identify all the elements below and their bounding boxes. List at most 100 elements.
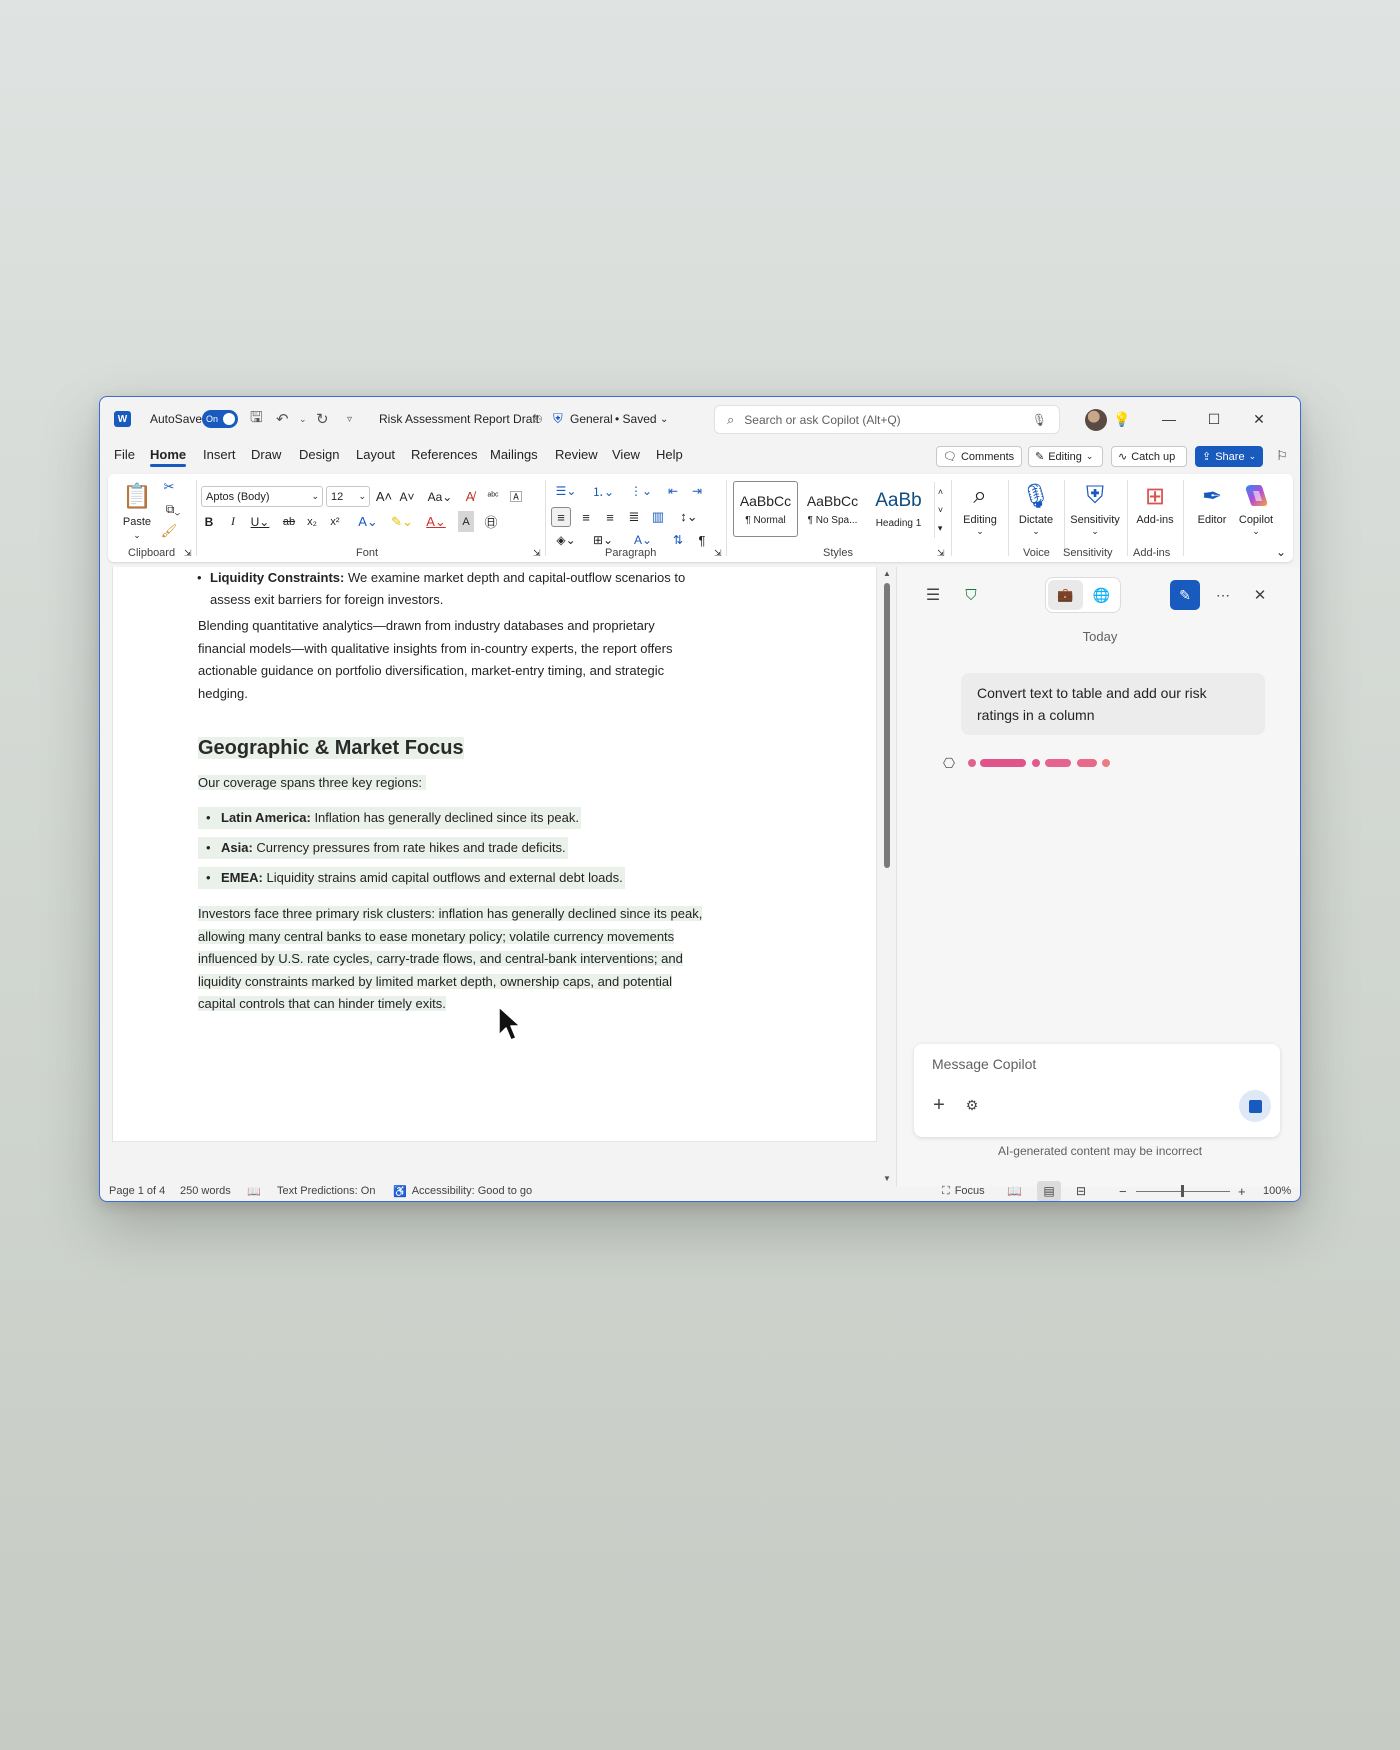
styles-launcher-icon[interactable]: ⇲ xyxy=(937,548,945,559)
format-painter-icon[interactable]: 🖌 xyxy=(160,522,178,540)
styles-gallery-scroll[interactable]: ˄ ˅ ▾ xyxy=(934,482,946,538)
page-indicator[interactable]: Page 1 of 4 xyxy=(109,1179,165,1201)
enclose-characters-icon[interactable]: ㊐ xyxy=(482,511,500,532)
align-left-icon[interactable]: ≡ xyxy=(551,507,571,527)
more-options-icon[interactable]: ⋯ xyxy=(1209,581,1237,609)
increase-indent-icon[interactable]: ⇥ xyxy=(688,482,706,500)
message-input[interactable]: Message Copilot + ⚙ xyxy=(914,1044,1280,1137)
bold-icon[interactable]: B xyxy=(201,511,217,532)
align-right-icon[interactable]: ≡ xyxy=(600,507,620,527)
save-icon[interactable]: 🖫 xyxy=(250,397,263,441)
zoom-level[interactable]: 100% xyxy=(1263,1179,1291,1201)
text-effects-abc-icon[interactable]: ᵃᵇᶜ xyxy=(484,486,502,507)
catch-up-button[interactable]: ∿ Catch up xyxy=(1111,446,1187,467)
undo-dropdown-icon[interactable]: ⌄ xyxy=(299,397,307,441)
justify-icon[interactable]: ≣ xyxy=(624,507,644,527)
subscript-icon[interactable]: x₂ xyxy=(304,511,320,532)
proofing-icon[interactable]: 📖 xyxy=(247,1179,261,1201)
briefcase-icon[interactable]: 💼 xyxy=(1048,580,1083,610)
sensitivity-button[interactable]: ⛨ Sensitivity ⌄ xyxy=(1066,478,1124,542)
font-size-combo[interactable]: 12 ⌄ xyxy=(326,486,370,507)
paste-icon[interactable]: 📋 xyxy=(122,480,152,512)
close-pane-icon[interactable]: ✕ xyxy=(1246,581,1274,609)
tab-help[interactable]: Help xyxy=(656,441,683,469)
underline-icon[interactable]: U⌄ xyxy=(247,511,273,532)
grow-font-icon[interactable]: A˄ xyxy=(375,486,393,507)
dictate-button[interactable]: 🎙 Dictate ⌄ xyxy=(1010,478,1062,542)
accessibility-status[interactable]: ♿ Accessibility: Good to go xyxy=(393,1179,532,1201)
tab-design[interactable]: Design xyxy=(299,441,339,469)
superscript-icon[interactable]: x² xyxy=(327,511,343,532)
feedback-icon[interactable]: ⚐ xyxy=(1267,441,1297,471)
tab-mailings[interactable]: Mailings xyxy=(490,441,538,469)
document-page[interactable]: • Liquidity Constraints: We examine mark… xyxy=(112,567,877,1142)
zoom-slider-thumb[interactable] xyxy=(1181,1185,1184,1197)
highlight-color-icon[interactable]: ✎⌄ xyxy=(388,511,416,532)
font-launcher-icon[interactable]: ⇲ xyxy=(533,548,541,559)
paragraph-launcher-icon[interactable]: ⇲ xyxy=(714,548,722,559)
word-count[interactable]: 250 words xyxy=(180,1179,231,1201)
tab-layout[interactable]: Layout xyxy=(356,441,395,469)
sort-icon[interactable]: ⇅ xyxy=(669,530,687,550)
shared-people-icon[interactable]: ⚇ xyxy=(533,397,543,441)
zoom-in-icon[interactable]: + xyxy=(1238,1179,1246,1201)
editing-button[interactable]: ⌕ Editing ⌄ xyxy=(954,478,1006,542)
scroll-up-icon[interactable]: ▲ xyxy=(883,569,891,578)
italic-icon[interactable]: I xyxy=(225,511,241,532)
customize-toolbar-icon[interactable]: ▿ xyxy=(347,397,352,441)
text-predictions-status[interactable]: Text Predictions: On xyxy=(277,1179,375,1201)
close-window-icon[interactable]: ✕ xyxy=(1239,397,1279,441)
tab-home[interactable]: Home xyxy=(150,441,187,469)
lightbulb-icon[interactable]: 💡 xyxy=(1102,397,1142,441)
focus-mode-button[interactable]: ⛶ Focus xyxy=(942,1179,985,1201)
print-layout-icon[interactable]: ▤ xyxy=(1037,1181,1061,1201)
style-heading-1[interactable]: AaBb Heading 1 xyxy=(866,481,931,537)
line-spacing-icon[interactable]: ↕⌄ xyxy=(674,507,704,527)
editing-mode-button[interactable]: ✎ Editing ⌄ xyxy=(1028,446,1103,467)
copilot-ribbon-button[interactable]: Copilot ⌄ xyxy=(1230,478,1282,542)
globe-icon[interactable]: 🌐 xyxy=(1084,580,1119,610)
document-title[interactable]: Risk Assessment Report Draft xyxy=(379,397,539,441)
tab-review[interactable]: Review xyxy=(555,441,598,469)
numbering-icon[interactable]: ⒈⌄ xyxy=(588,482,618,500)
copy-icon[interactable]: ⧉⌄ xyxy=(160,500,186,518)
vertical-scrollbar[interactable]: ▲ ▼ xyxy=(881,569,893,1183)
search-input[interactable]: ⌕ Search or ask Copilot (Alt+Q) 🎙 xyxy=(714,405,1060,434)
comments-button[interactable]: 🗨 Comments xyxy=(936,446,1022,467)
new-chat-icon[interactable]: ✎ xyxy=(1170,580,1200,610)
minimize-icon[interactable]: — xyxy=(1149,397,1189,441)
cut-icon[interactable]: ✂ xyxy=(160,478,178,496)
character-shading-icon[interactable]: A xyxy=(458,511,474,532)
maximize-icon[interactable]: ☐ xyxy=(1194,397,1234,441)
tab-insert[interactable]: Insert xyxy=(203,441,236,469)
show-formatting-marks-icon[interactable]: ¶ xyxy=(693,530,711,550)
shrink-font-icon[interactable]: A˅ xyxy=(398,486,416,507)
undo-icon[interactable]: ↶ xyxy=(276,397,289,441)
shading-icon[interactable]: ◈⌄ xyxy=(551,530,581,550)
collapse-ribbon-icon[interactable]: ⌄ xyxy=(1273,544,1289,560)
title-chevron-down-icon[interactable]: ⌄ xyxy=(660,397,668,441)
zoom-slider[interactable] xyxy=(1136,1185,1230,1197)
change-case-icon[interactable]: Aa⌄ xyxy=(426,486,454,507)
decrease-indent-icon[interactable]: ⇤ xyxy=(664,482,682,500)
tab-file[interactable]: File xyxy=(114,441,135,469)
align-center-icon[interactable]: ≡ xyxy=(576,507,596,527)
autosave-toggle[interactable]: On xyxy=(202,410,238,428)
paste-button[interactable]: Paste xyxy=(120,516,154,528)
stop-generation-button[interactable] xyxy=(1239,1090,1271,1122)
style-normal[interactable]: AaBbCc ¶ Normal xyxy=(733,481,798,537)
style-no-spacing[interactable]: AaBbCc ¶ No Spa... xyxy=(800,481,865,537)
font-name-combo[interactable]: Aptos (Body) ⌄ xyxy=(201,486,323,507)
text-effects-icon[interactable]: A⌄ xyxy=(354,511,382,532)
addins-button[interactable]: ⊞ Add-ins xyxy=(1129,478,1181,542)
multilevel-list-icon[interactable]: ⋮⌄ xyxy=(626,482,656,500)
zoom-out-icon[interactable]: − xyxy=(1119,1179,1127,1201)
menu-icon[interactable]: ☰ xyxy=(919,581,947,609)
sliders-icon[interactable]: ⚙ xyxy=(961,1094,983,1116)
redo-icon[interactable]: ↻ xyxy=(316,397,329,441)
tab-view[interactable]: View xyxy=(612,441,640,469)
microphone-icon[interactable]: 🎙 xyxy=(1032,413,1047,427)
paste-dropdown-icon[interactable]: ⌄ xyxy=(130,530,144,541)
tab-draw[interactable]: Draw xyxy=(251,441,281,469)
tab-references[interactable]: References xyxy=(411,441,477,469)
